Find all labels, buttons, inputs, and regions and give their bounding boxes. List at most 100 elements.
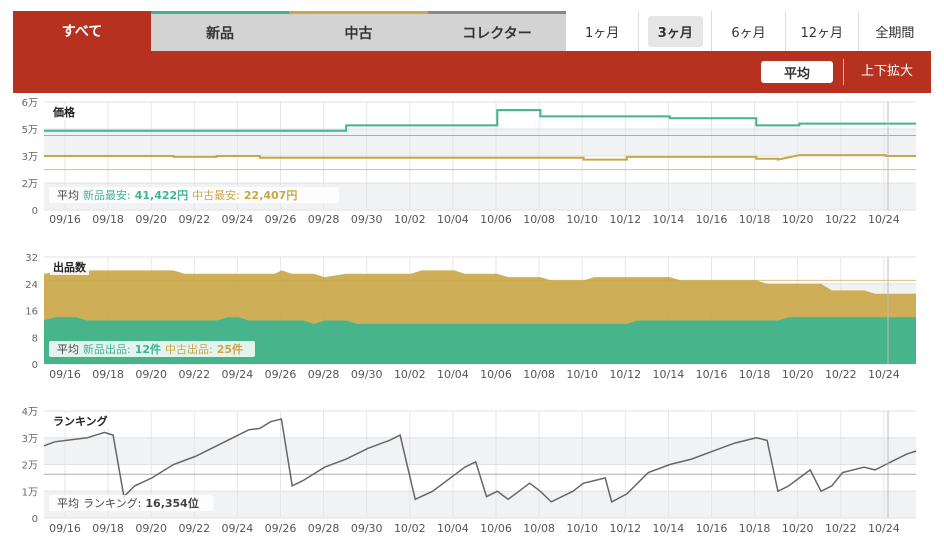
legend-item: 12件 — [135, 342, 161, 356]
x-tick-label: 10/14 — [653, 368, 685, 381]
toolbar-divider — [843, 59, 844, 85]
x-tick-label: 09/26 — [265, 213, 297, 226]
legend-item: 16,354位 — [145, 496, 198, 510]
x-tick-label: 10/18 — [739, 213, 771, 226]
y-tick-label: 8 — [32, 333, 38, 344]
legend-item: 中古出品: — [165, 342, 213, 356]
period-6m[interactable]: 6ヶ月 — [711, 11, 784, 51]
period-all[interactable]: 全期間 — [857, 11, 931, 51]
x-tick-label: 10/12 — [609, 522, 641, 535]
legend-item: ランキング: — [83, 496, 141, 510]
x-tick-label: 09/16 — [49, 368, 81, 381]
x-tick-label: 10/16 — [696, 522, 728, 535]
y-tick-label: 24 — [25, 280, 38, 291]
chart-legend: 平均 新品最安: 41,422円 中古最安: 22,407円 — [49, 187, 339, 203]
tab-collector[interactable]: コレクター — [428, 11, 566, 51]
x-tick-label: 09/28 — [308, 522, 340, 535]
x-tick-label: 10/22 — [825, 522, 857, 535]
tab-used[interactable]: 中古 — [289, 11, 428, 51]
x-tick-label: 09/30 — [351, 213, 383, 226]
y-tick-label: 4万 — [22, 407, 38, 418]
chart-legend: 平均 新品出品: 12件 中古出品: 25件 — [49, 341, 255, 357]
average-toggle-button[interactable]: 平均 — [761, 61, 833, 83]
x-tick-label: 10/08 — [523, 213, 555, 226]
legend-item: 平均 — [57, 189, 79, 202]
x-tick-label: 10/22 — [825, 213, 857, 226]
x-tick-label: 09/30 — [351, 368, 383, 381]
y-tick-label: 3万 — [22, 152, 38, 163]
x-tick-label: 10/12 — [609, 368, 641, 381]
period-12m[interactable]: 12ヶ月 — [784, 11, 858, 51]
x-tick-label: 09/28 — [308, 213, 340, 226]
legend-item: 22,407円 — [244, 189, 297, 202]
y-tick-label: 2万 — [22, 179, 38, 190]
x-tick-label: 10/02 — [394, 213, 426, 226]
x-tick-label: 10/02 — [394, 368, 426, 381]
x-tick-label: 10/16 — [696, 368, 728, 381]
x-tick-label: 10/20 — [782, 522, 814, 535]
x-tick-label: 10/18 — [739, 522, 771, 535]
x-tick-label: 09/26 — [265, 522, 297, 535]
plot-band — [44, 129, 916, 156]
x-tick-label: 09/20 — [135, 368, 167, 381]
x-tick-label: 10/04 — [437, 522, 469, 535]
chart-panel-1: 32 24 16 8 0 09/16 09/18 09/20 09/22 09/24 09/26 09… — [25, 253, 916, 381]
y-tick-label: 3万 — [22, 434, 38, 445]
chart-panel-2: 4万 3万 2万 1万 0 09/16 09/18 09/20 09/22 09/24 09/26 0… — [22, 407, 917, 535]
x-tick-label: 10/24 — [868, 522, 900, 535]
x-tick-label: 10/22 — [825, 368, 857, 381]
tab-new[interactable]: 新品 — [151, 11, 289, 51]
legend-item: 新品出品: — [83, 342, 131, 356]
chart-panel-0: 6万 5万 3万 2万 0 09/16 09/18 09/20 09/22 09/24 09/26 0… — [22, 98, 916, 226]
y-tick-label: 32 — [25, 253, 38, 264]
x-tick-label: 10/04 — [437, 368, 469, 381]
y-tick-label: 0 — [32, 206, 38, 217]
x-tick-label: 09/24 — [222, 368, 254, 381]
x-tick-label: 10/20 — [782, 213, 814, 226]
x-tick-label: 09/26 — [265, 368, 297, 381]
x-tick-label: 09/24 — [222, 522, 254, 535]
period-selector: 1ヶ月 3ヶ月 6ヶ月 12ヶ月 全期間 — [566, 11, 931, 51]
x-tick-label: 10/14 — [653, 522, 685, 535]
vertical-zoom-button[interactable]: 上下拡大 — [861, 61, 913, 83]
x-tick-label: 10/08 — [523, 368, 555, 381]
x-tick-label: 10/02 — [394, 522, 426, 535]
x-tick-label: 10/16 — [696, 213, 728, 226]
period-1m[interactable]: 1ヶ月 — [566, 11, 638, 51]
x-tick-label: 10/24 — [868, 213, 900, 226]
x-tick-label: 10/08 — [523, 522, 555, 535]
plot-band — [44, 437, 916, 465]
x-tick-label: 10/14 — [653, 213, 685, 226]
y-tick-label: 0 — [32, 514, 38, 525]
x-tick-label: 09/24 — [222, 213, 254, 226]
x-tick-label: 09/20 — [135, 522, 167, 535]
y-tick-label: 16 — [25, 307, 38, 318]
x-tick-label: 09/30 — [351, 522, 383, 535]
charts-area: 6万 5万 3万 2万 0 09/16 09/18 09/20 09/22 09/24 09/26 0… — [22, 98, 917, 535]
legend-text: 平均 ランキング: 16,354位 — [57, 496, 199, 510]
chart-toolbar: 平均 上下拡大 — [13, 51, 931, 93]
x-tick-label: 10/10 — [566, 522, 598, 535]
legend-text: 平均 新品最安: 41,422円 中古最安: 22,407円 — [57, 188, 297, 202]
x-tick-label: 09/22 — [178, 522, 210, 535]
x-tick-label: 10/24 — [868, 368, 900, 381]
period-3m[interactable]: 3ヶ月 — [638, 11, 711, 51]
tab-all[interactable]: すべて — [13, 11, 151, 51]
legend-item: 平均 — [57, 497, 79, 510]
chart-title: ランキング — [53, 414, 108, 428]
x-tick-label: 10/20 — [782, 368, 814, 381]
x-tick-label: 10/06 — [480, 368, 512, 381]
x-tick-label: 10/18 — [739, 368, 771, 381]
legend-item: 41,422円 — [135, 189, 188, 202]
x-tick-label: 09/22 — [178, 368, 210, 381]
x-tick-label: 10/04 — [437, 213, 469, 226]
x-tick-label: 10/10 — [566, 368, 598, 381]
plot-band — [44, 411, 916, 438]
y-tick-label: 0 — [32, 360, 38, 371]
legend-item: 新品最安: — [83, 188, 131, 202]
x-tick-label: 09/18 — [92, 368, 124, 381]
y-tick-label: 1万 — [22, 487, 38, 498]
y-tick-label: 6万 — [22, 98, 38, 109]
y-tick-label: 5万 — [22, 125, 38, 136]
legend-item: 25件 — [217, 342, 243, 356]
